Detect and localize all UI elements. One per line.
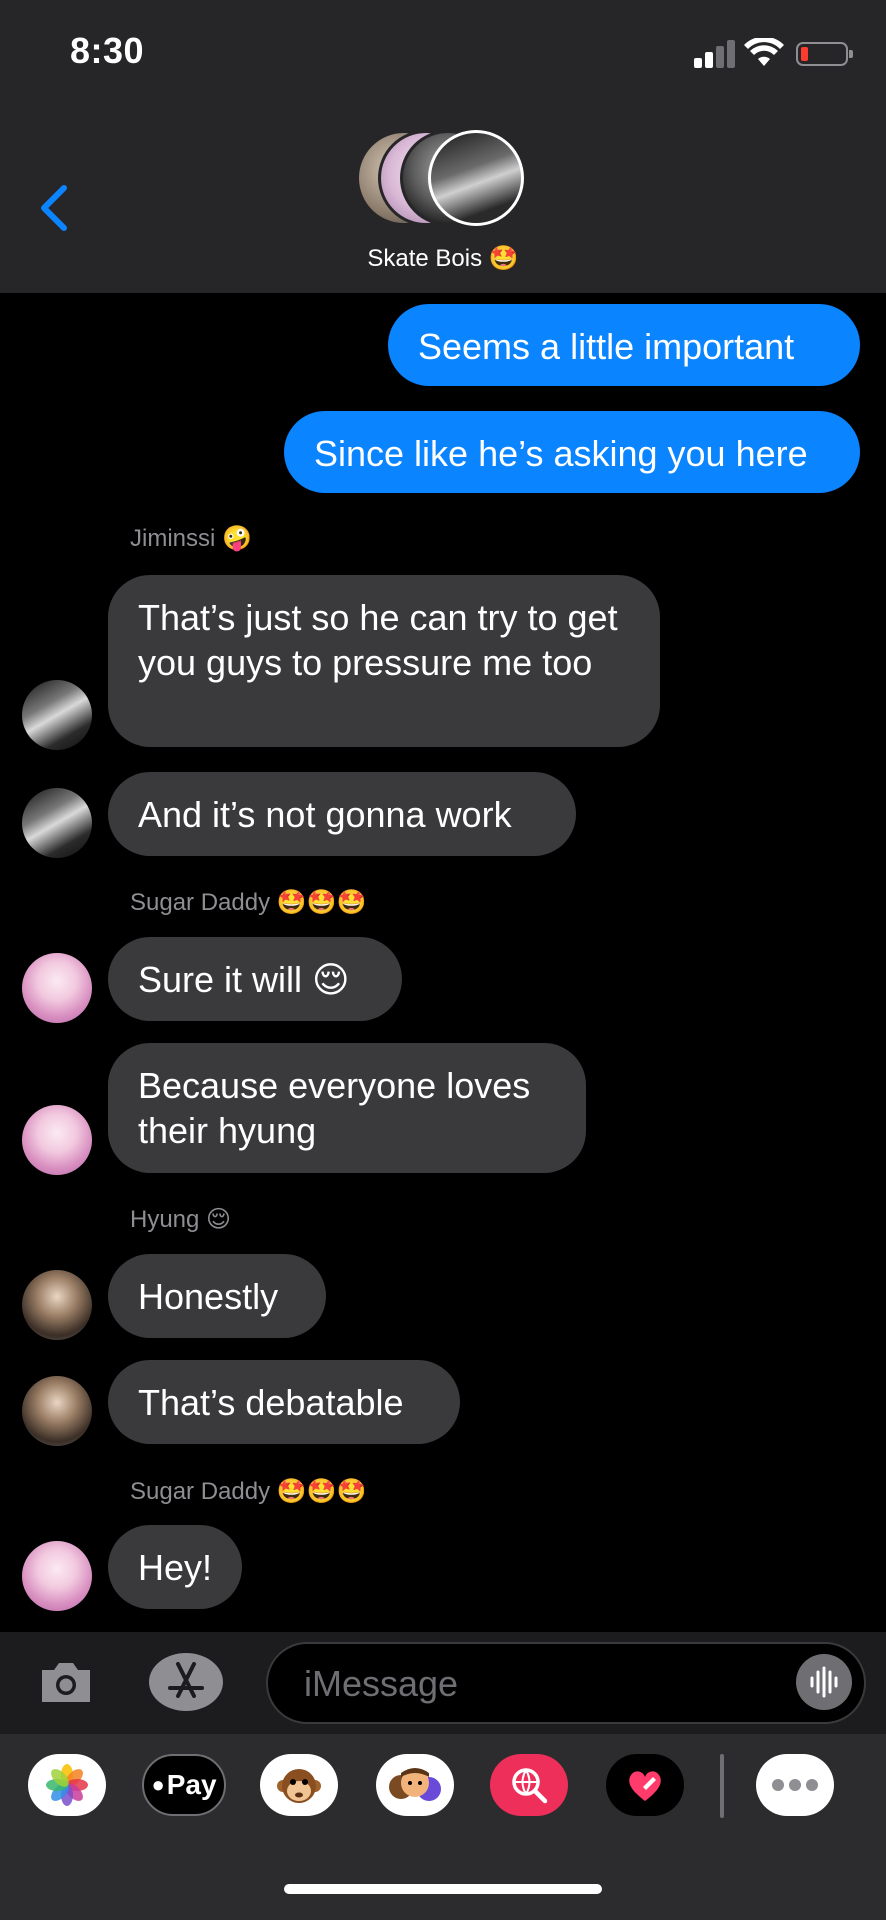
- conversation-header: 8:30 Skate Bois 🤩: [0, 0, 886, 293]
- incoming-message[interactable]: Hey!: [108, 1525, 242, 1609]
- avatar[interactable]: [22, 1541, 92, 1611]
- home-indicator[interactable]: [284, 1884, 602, 1894]
- sender-name: Sugar Daddy 🤩🤩🤩: [130, 889, 367, 916]
- avatar[interactable]: [22, 1270, 92, 1340]
- message-text-input[interactable]: [302, 1644, 746, 1724]
- status-time: 8:30: [70, 30, 145, 71]
- back-chevron-icon[interactable]: [36, 182, 76, 234]
- incoming-message[interactable]: That’s debatable: [108, 1360, 460, 1444]
- incoming-message[interactable]: Because everyone loves their hyung: [108, 1043, 586, 1173]
- image-search-globe-icon: [512, 1768, 548, 1804]
- apple-pay-button[interactable]: ● Pay: [142, 1754, 226, 1816]
- photos-app-button[interactable]: [28, 1754, 106, 1816]
- conversation-title[interactable]: Skate Bois 🤩: [0, 244, 886, 273]
- audio-message-icon[interactable]: [796, 1654, 852, 1710]
- group-avatar-stack[interactable]: [356, 128, 532, 234]
- outgoing-message[interactable]: Seems a little important: [388, 304, 860, 386]
- avatar[interactable]: [22, 1376, 92, 1446]
- app-store-icon[interactable]: [148, 1652, 224, 1712]
- group-member-avatar: [428, 130, 524, 226]
- digital-touch-button[interactable]: [606, 1754, 684, 1816]
- more-apps-button[interactable]: [756, 1754, 834, 1816]
- more-ellipsis-icon: [772, 1779, 818, 1791]
- battery-icon: [796, 42, 853, 66]
- message-composer: [0, 1632, 886, 1734]
- signal-strength-icon: [694, 40, 738, 68]
- apple-pay-label: Pay: [166, 1769, 217, 1800]
- incoming-message[interactable]: Sure it will 😌: [108, 937, 402, 1021]
- monkey-face-icon: [277, 1769, 321, 1803]
- memoji-stickers-icon: [389, 1768, 441, 1801]
- search-images-button[interactable]: [490, 1754, 568, 1816]
- incoming-message[interactable]: That’s just so he can try to get you guy…: [108, 575, 660, 747]
- imessage-input-field[interactable]: [266, 1642, 866, 1724]
- incoming-message[interactable]: Honestly: [108, 1254, 326, 1338]
- apple-logo-icon: ●: [151, 1772, 165, 1797]
- wifi-icon: [744, 38, 784, 66]
- app-drawer: ● Pay: [0, 1734, 886, 1920]
- sender-name: Sugar Daddy 🤩🤩🤩: [130, 1478, 367, 1505]
- animoji-button[interactable]: [260, 1754, 338, 1816]
- photos-icon: [46, 1764, 88, 1806]
- heart-touch-icon: [629, 1771, 661, 1801]
- avatar[interactable]: [22, 953, 92, 1023]
- avatar[interactable]: [22, 680, 92, 750]
- memoji-button[interactable]: [376, 1754, 454, 1816]
- avatar[interactable]: [22, 1105, 92, 1175]
- avatar[interactable]: [22, 788, 92, 858]
- drawer-divider: [720, 1754, 724, 1818]
- outgoing-message[interactable]: Since like he’s asking you here: [284, 411, 860, 493]
- incoming-message[interactable]: And it’s not gonna work: [108, 772, 576, 856]
- sender-name: Hyung 😌: [130, 1206, 232, 1233]
- sender-name: Jiminssi 🤪: [130, 525, 252, 552]
- camera-icon[interactable]: [36, 1652, 96, 1712]
